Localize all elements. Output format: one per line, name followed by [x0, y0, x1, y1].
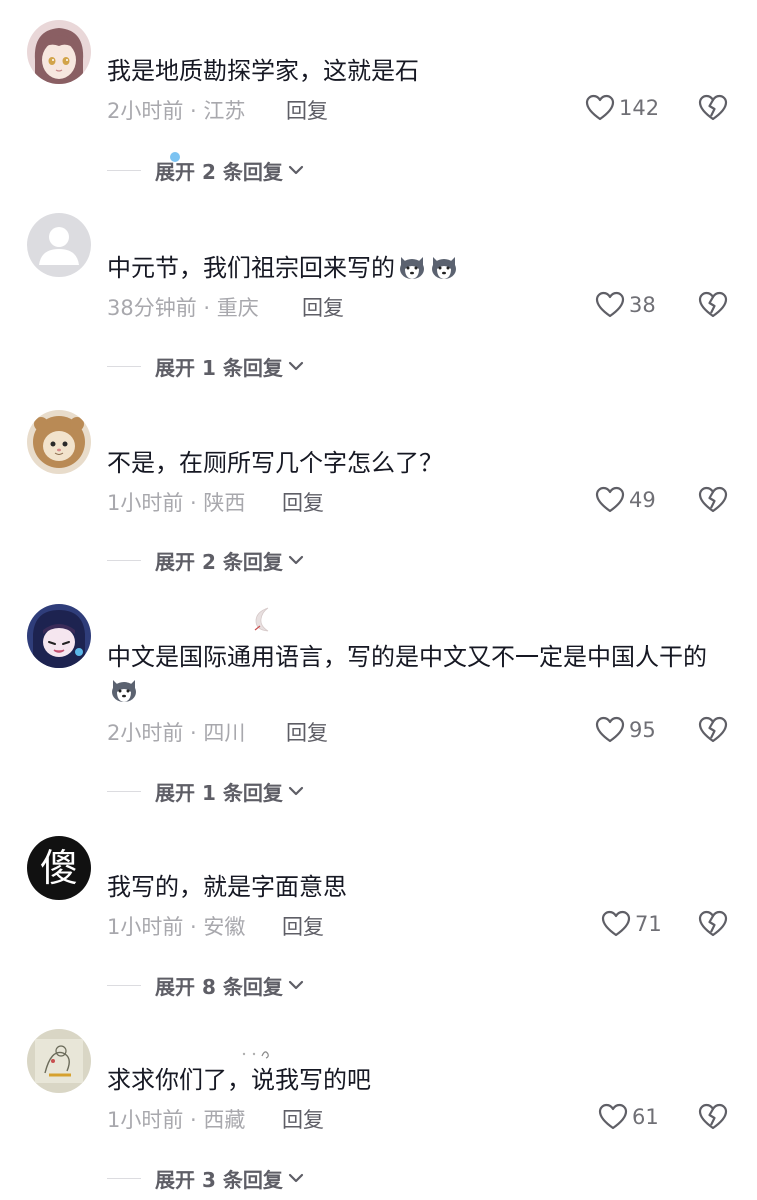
- like-count: 61: [632, 1105, 659, 1129]
- comment-item: 求求你们了，说我写的吧 1小时前 · 西藏 回复 61 展开 3 条回复: [0, 0, 757, 1200]
- heart-icon: [598, 1103, 628, 1130]
- like-button[interactable]: 61: [598, 1102, 659, 1132]
- broken-heart-icon[interactable]: [697, 1102, 729, 1132]
- comment-text: 求求你们了，说我写的吧: [107, 1066, 371, 1094]
- sketch-art-avatar[interactable]: [27, 1029, 91, 1093]
- sticker-decoration-icon: [242, 1051, 269, 1059]
- comment-meta: 1小时前 · 西藏: [107, 1108, 246, 1132]
- expand-replies-label: 展开 3 条回复: [155, 1167, 283, 1192]
- reply-button[interactable]: 回复: [282, 1104, 324, 1134]
- chevron-down-icon: [288, 1173, 303, 1183]
- expand-replies-button[interactable]: 展开 3 条回复: [107, 1163, 305, 1193]
- divider: [107, 1177, 141, 1179]
